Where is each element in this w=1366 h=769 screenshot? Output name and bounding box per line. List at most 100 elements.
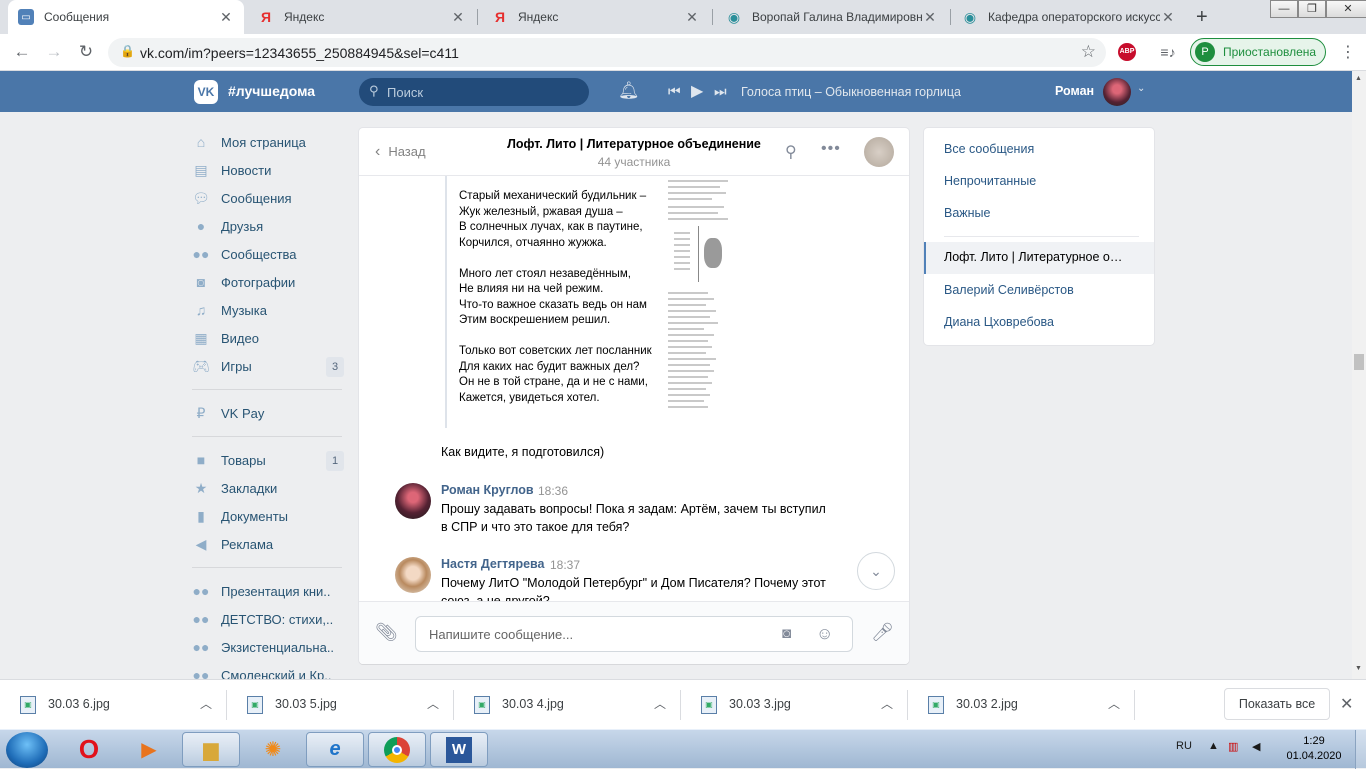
sidebar-item-documents[interactable]: ▮ Документы [192,502,344,530]
notifications-bell-icon[interactable]: 🔔︎ [618,81,640,101]
chevron-up-icon[interactable]: ︿ [881,695,893,712]
tab-yandex-1[interactable]: Я Яндекс ✕ [248,0,476,34]
volume-icon[interactable]: ◀ [1252,740,1260,753]
internet-explorer-icon[interactable]: e [306,732,364,767]
browser-menu-icon[interactable]: ⋮ [1340,42,1356,62]
sidebar-item-groups[interactable]: ●● Сообщества [192,240,344,268]
sidebar-item-news[interactable]: ▤ Новости [192,156,344,184]
camera-icon[interactable]: ◙ [782,625,791,642]
page-scrollbar[interactable]: ▲ ▼ [1352,71,1366,679]
word-icon[interactable]: W [430,732,488,767]
sidebar-item-bookmarks[interactable]: ★ Закладки [192,474,344,502]
message-history[interactable]: Старый механический будильник – Жук желе… [359,176,909,601]
back-arrow-icon[interactable]: ← [12,42,32,62]
opera-icon[interactable]: O [60,732,118,767]
vk-logo[interactable]: VK [194,80,218,104]
emoji-icon[interactable]: ☺ [816,624,833,644]
reload-icon[interactable]: ↻ [76,42,96,62]
forward-arrow-icon[interactable]: → [44,42,64,62]
message-time[interactable]: 18:37 [550,558,580,572]
maximize-button[interactable]: ❐ [1298,0,1326,18]
message-input[interactable]: Напишите сообщение... ◙ ☺ [415,616,853,652]
minimize-button[interactable]: — [1270,0,1298,18]
file-explorer-icon[interactable]: ▆ [182,732,240,767]
filter-unread[interactable]: Непрочитанные [944,174,1036,188]
bookmark-star-icon[interactable]: ☆ [1081,42,1096,62]
sidebar-item-my-page[interactable]: ⌂ Моя страница [192,128,344,156]
tray-expand-icon[interactable]: ▲ [1208,740,1219,752]
sidebar-item-ads[interactable]: ◀ Реклама [192,530,344,558]
scrollbar-thumb[interactable] [1354,354,1364,370]
sidebar-item-music[interactable]: ♫ Музыка [192,296,344,324]
sidebar-item-messages[interactable]: 💬︎ Сообщения [192,184,344,212]
tab-messages[interactable]: ▭ Сообщения ✕ [8,0,244,34]
more-actions-icon[interactable]: ••• [821,140,841,158]
close-window-button[interactable]: ✕ [1326,0,1366,18]
chevron-up-icon[interactable]: ︿ [200,695,212,712]
next-track-icon[interactable]: ⏭︎ [714,83,727,100]
sidebar-item-group-link[interactable]: ●● Презентация кни.. [192,577,344,605]
address-bar[interactable]: 🔒 vk.com/im?peers=12343655_250884945&sel… [108,38,1106,67]
tab-close-icon[interactable]: ✕ [218,9,234,26]
sidebar-item-friends[interactable]: ● Друзья [192,212,344,240]
system-clock[interactable]: 1:29 01.04.2020 [1284,734,1344,764]
vk-user-name[interactable]: Роман [1055,84,1094,98]
language-indicator[interactable]: RU [1176,740,1192,752]
sidebar-item-photos[interactable]: ◙ Фотографии [192,268,344,296]
download-item[interactable]: ▣ 30.03 2.jpg ︿ [908,680,1135,730]
download-item[interactable]: ▣ 30.03 5.jpg ︿ [227,680,454,730]
chevron-up-icon[interactable]: ︿ [654,695,666,712]
network-icon[interactable]: ▥ [1228,740,1238,753]
sidebar-item-vkpay[interactable]: ₽ VK Pay [192,399,344,427]
chat-avatar[interactable] [864,137,894,167]
media-player-icon[interactable]: ▶ [120,732,178,767]
vk-search-input[interactable]: ⚲ Поиск [359,78,589,106]
sidebar-item-video[interactable]: ▦ Видео [192,324,344,352]
conversation-valery[interactable]: Валерий Селивёрстов [944,283,1074,297]
current-track[interactable]: Голоса птиц – Обыкновенная горлица [741,85,961,99]
tab-voropai[interactable]: ◉ Воропай Галина Владимировна ✕ [716,0,948,34]
download-item[interactable]: ▣ 30.03 4.jpg ︿ [454,680,681,730]
scroll-to-bottom-button[interactable]: ⌄ [857,552,895,590]
scroll-down-icon[interactable]: ▼ [1355,665,1362,672]
avatar[interactable] [395,557,431,593]
play-icon[interactable]: ▶ [691,81,703,101]
sidebar-item-group-link[interactable]: ●● ДЕТСТВО: стихи,.. [192,605,344,633]
close-icon[interactable]: ✕ [1340,694,1353,714]
search-icon[interactable]: ⚲ [785,142,797,162]
conversation-diana[interactable]: Диана Цховребова [944,315,1054,329]
selected-conversation[interactable]: Лофт. Лито | Литературное объединение [924,242,1154,274]
chrome-icon[interactable] [368,732,426,767]
tab-close-icon[interactable]: ✕ [450,9,466,26]
chevron-down-icon[interactable]: ⌄ [1137,83,1145,94]
new-tab-button[interactable]: + [1196,6,1208,29]
vk-user-avatar[interactable] [1103,78,1131,106]
message-time[interactable]: 18:36 [538,484,568,498]
tab-yandex-2[interactable]: Я Яндекс ✕ [482,0,710,34]
filter-all-messages[interactable]: Все сообщения [944,142,1034,156]
previous-track-icon[interactable]: ⏮︎ [668,83,681,100]
attached-page-image[interactable] [664,176,734,412]
show-all-downloads-button[interactable]: Показать все [1224,688,1330,720]
chevron-up-icon[interactable]: ︿ [1108,695,1120,712]
sidebar-item-group-link[interactable]: ●● Экзистенциальна.. [192,633,344,661]
sidebar-item-goods[interactable]: ■ Товары 1 [192,446,344,474]
paperclip-icon[interactable]: 📎︎ [375,622,398,643]
message-author[interactable]: Роман Круглов [441,483,534,497]
download-item[interactable]: ▣ 30.03 6.jpg ︿ [0,680,227,730]
microphone-icon[interactable]: 🎤︎ [871,622,894,643]
sidebar-item-games[interactable]: 🎮︎ Игры 3 [192,352,344,380]
media-control-icon[interactable]: ≡♪ [1158,42,1178,62]
avatar[interactable] [395,483,431,519]
start-button[interactable] [6,732,48,768]
tab-close-icon[interactable]: ✕ [1160,9,1176,26]
vk-hashtag[interactable]: #лучшедома [228,83,315,99]
chevron-up-icon[interactable]: ︿ [427,695,439,712]
tab-kafedra[interactable]: ◉ Кафедра операторского искусства ✕ [952,0,1186,34]
download-item[interactable]: ▣ 30.03 3.jpg ︿ [681,680,908,730]
tab-close-icon[interactable]: ✕ [922,9,938,26]
adblock-extension-icon[interactable]: ABP [1118,43,1136,61]
tab-close-icon[interactable]: ✕ [684,9,700,26]
filter-important[interactable]: Важные [944,206,991,220]
show-desktop-button[interactable] [1355,730,1366,769]
